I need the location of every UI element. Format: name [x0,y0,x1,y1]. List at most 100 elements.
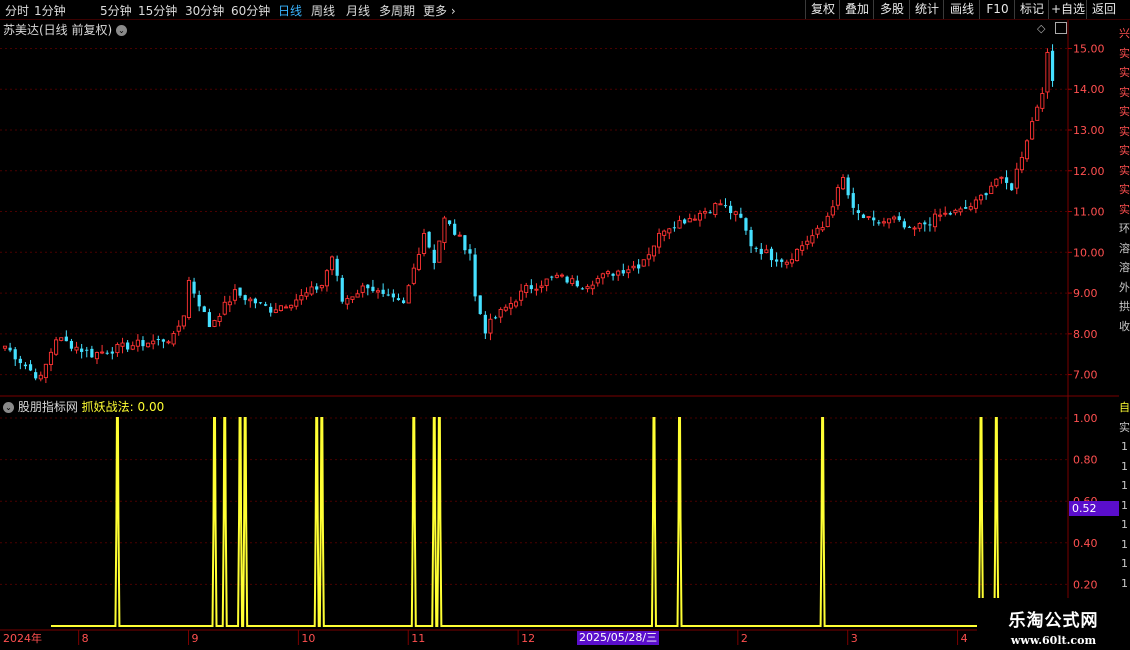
candle-body [902,221,906,228]
diamond-icon[interactable]: ◇ [1037,22,1045,35]
right-edge-item: 环 [1119,222,1130,235]
candle-body [264,304,268,306]
candle-body [631,265,636,269]
kline-chart[interactable]: 15.0014.0013.0012.0011.0010.009.008.007.… [0,0,1130,650]
candle-body [846,177,850,196]
candle-body [176,325,181,332]
candle-body [938,214,943,217]
right-edge-item: 1 [1121,498,1128,512]
candle-body [411,267,416,284]
cursor-date-badge: 2025/05/28/三 [577,631,660,645]
candle-body [304,292,309,297]
candle-body [207,312,211,328]
candle-body [273,309,278,313]
candle-body [232,289,238,301]
candle-body [421,233,427,254]
right-edge-item: 1 [1121,576,1128,590]
candle-body [115,344,120,354]
main-grid [0,20,1119,631]
candle-body [585,286,590,290]
candle-body [319,285,324,289]
candle-body [120,342,125,347]
date-tick-label: 2 [741,632,748,645]
watermark-url: www.60lt.com [1010,634,1097,647]
right-edge-item: 实 [1119,183,1130,196]
candle-body [513,301,519,307]
candle-body [784,261,789,265]
date-tick-label: 8 [82,632,89,645]
candle-body [253,298,257,304]
candle-body [534,288,539,291]
candle-body [48,351,54,365]
candle-body [789,259,794,264]
candle-body [498,308,503,318]
signal-line [50,417,1066,627]
candle-body [718,203,723,206]
candle-body [575,280,579,287]
candle-body [141,340,145,347]
date-tick-label: 3 [851,632,858,645]
stock-title[interactable]: 苏美达(日线 前复权) ⌄ [3,21,128,38]
candle-body [457,234,462,237]
candle-body [595,278,600,284]
candle-body [677,220,682,229]
candle-body [683,219,687,224]
right-edge-item: 实 [1119,46,1130,60]
right-edge-item: 兴 [1119,27,1130,40]
candle-body [795,248,800,262]
candle-body [657,232,662,248]
chevron-down-icon[interactable]: ⌄ [116,25,128,36]
candle-body [248,298,253,302]
candle-body [80,348,84,352]
candle-body [478,295,482,314]
candle-body [590,284,595,290]
candle-body [375,290,381,293]
candle-body [197,294,201,307]
candle-body [401,300,406,304]
candle-body [463,235,467,251]
candle-body [1019,156,1024,171]
candle-body [616,270,621,276]
chevron-down-icon[interactable]: ⌄ [3,402,14,413]
price-tick-label: 7.00 [1073,369,1098,382]
candle-body [126,342,130,350]
date-tick-label: 2024年 [3,631,42,645]
candle-body [381,289,385,294]
candle-body [550,276,554,278]
right-edge-item: 实 [1119,66,1130,79]
panel-layout-icon[interactable] [1055,22,1067,34]
candle-body [662,230,667,236]
candle-body [386,294,390,296]
candle-body [917,223,922,229]
indicator-title[interactable]: ⌄ 股朋指标网 抓妖战法: 0.00 [3,398,164,415]
right-edge-item: 实 [1119,124,1130,138]
candle-body [810,235,815,244]
candle-body [329,256,335,271]
candle-body [181,315,186,327]
candle-body [8,347,12,351]
price-tick-label: 10.00 [1073,246,1105,259]
formula-label: 抓妖战法: [81,400,134,414]
right-edge-item: 实 [1119,144,1130,157]
signal-series [50,417,1066,627]
candle-body [605,271,611,275]
candle-body [289,304,294,309]
candle-body [222,301,227,315]
candle-body [723,205,728,207]
candle-body [468,249,472,254]
candle-body [366,284,370,289]
candle-body [733,211,738,215]
candle-body [371,286,375,292]
candle-body [1040,93,1045,109]
candle-body [212,320,217,327]
candle-body [130,345,135,350]
candle-body [1050,50,1055,81]
price-tick-label: 15.00 [1073,42,1105,55]
candle-body [278,305,283,311]
right-edge-item: 1 [1121,557,1128,570]
right-edge-item: 实 [1119,85,1130,99]
candle-body [759,248,763,255]
candle-body [161,339,166,342]
date-tick-label: 12 [521,632,535,645]
candle-body [968,206,973,210]
